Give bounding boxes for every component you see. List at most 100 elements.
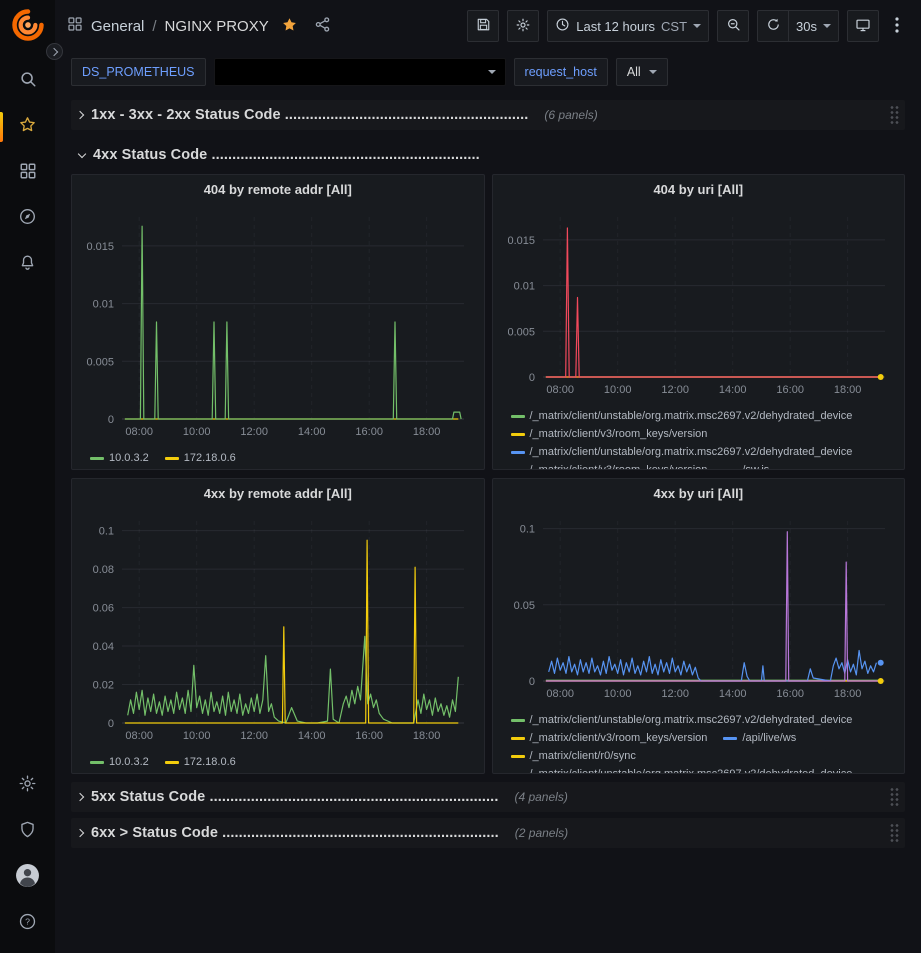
chart-legend: 10.0.3.2 172.18.0.6 xyxy=(78,750,478,771)
apps-icon xyxy=(67,16,83,37)
legend-label: /sw.js xyxy=(742,461,769,470)
monitor-icon xyxy=(855,17,871,36)
sidebar-item-alerting[interactable] xyxy=(0,242,55,288)
row-6xx-status-code[interactable]: 6xx > Status Code ......................… xyxy=(71,818,905,848)
legend-item[interactable]: /_matrix/client/v3/room_keys/version xyxy=(511,729,708,747)
row-1xx-3xx-2xx-status-code[interactable]: 1xx - 3xx - 2xx Status Code ............… xyxy=(71,100,905,130)
sidebar-item-profile[interactable] xyxy=(0,855,55,901)
kiosk-mode-button[interactable] xyxy=(847,10,879,42)
legend-item[interactable]: /sw.js xyxy=(723,461,769,470)
breadcrumb-section[interactable]: General xyxy=(91,18,144,35)
save-dashboard-button[interactable] xyxy=(467,10,499,42)
refresh-icon xyxy=(766,17,781,35)
legend-item[interactable]: 10.0.3.2 xyxy=(90,753,149,771)
sidebar-item-explore[interactable] xyxy=(0,196,55,242)
svg-text:08:00: 08:00 xyxy=(125,426,153,438)
svg-text:18:00: 18:00 xyxy=(413,730,441,742)
kebab-menu-button[interactable] xyxy=(887,10,907,42)
save-icon xyxy=(476,17,491,35)
dashboard-title[interactable]: NGINX PROXY xyxy=(165,18,269,35)
refresh-button[interactable] xyxy=(757,10,789,42)
help-icon: ? xyxy=(18,912,37,936)
row-drag-handle[interactable] xyxy=(890,788,900,807)
legend-item[interactable]: /_matrix/client/v3/room_keys/version xyxy=(511,425,708,443)
panel-4xx-by-remote-addr: 4xx by remote addr [All] 08:0010:0012:00… xyxy=(71,478,485,774)
legend-item[interactable]: 172.18.0.6 xyxy=(165,449,236,467)
row-drag-handle[interactable] xyxy=(890,106,900,125)
dashboard-canvas: 1xx - 3xx - 2xx Status Code ............… xyxy=(55,90,921,953)
refresh-interval-dropdown[interactable]: 30s xyxy=(789,10,839,42)
svg-text:0: 0 xyxy=(108,718,114,730)
legend-item[interactable]: /_matrix/client/unstable/org.matrix.msc2… xyxy=(511,407,853,425)
time-series-chart[interactable]: 08:0010:0012:0014:0016:0018:0000.0050.01… xyxy=(78,203,476,441)
request-host-select[interactable]: All xyxy=(616,58,668,86)
legend-swatch xyxy=(723,737,737,740)
sidebar: ? xyxy=(0,0,55,953)
chevron-right-icon xyxy=(76,829,84,837)
row-4xx-status-code[interactable]: 4xx Status Code ........................… xyxy=(71,142,905,168)
grafana-app: ? General / NGINX PROXY xyxy=(0,0,921,953)
zoom-out-icon xyxy=(726,17,741,35)
chart-legend: /_matrix/client/unstable/org.matrix.msc2… xyxy=(499,708,899,774)
grafana-logo-icon xyxy=(11,8,45,47)
legend-item[interactable]: /_matrix/client/r0/sync xyxy=(511,747,636,765)
legend-label: 10.0.3.2 xyxy=(109,753,149,771)
legend-item[interactable]: /_matrix/client/v3/room_keys/version xyxy=(511,461,708,470)
zoom-out-button[interactable] xyxy=(717,10,749,42)
favorite-star-button[interactable] xyxy=(277,12,302,40)
request-host-value: All xyxy=(627,65,641,79)
share-button[interactable] xyxy=(310,12,335,40)
panel-header[interactable]: 404 by uri [All] xyxy=(493,175,905,203)
panel-header[interactable]: 4xx by uri [All] xyxy=(493,479,905,507)
legend-label: 172.18.0.6 xyxy=(184,449,236,467)
sidebar-item-configuration[interactable] xyxy=(0,763,55,809)
dashboard-settings-button[interactable] xyxy=(507,10,539,42)
legend-item[interactable]: 10.0.3.2 xyxy=(90,449,149,467)
time-series-chart[interactable]: 08:0010:0012:0014:0016:0018:0000.020.040… xyxy=(78,507,476,745)
grafana-logo[interactable] xyxy=(9,8,47,46)
legend-item[interactable]: /_matrix/client/unstable/org.matrix.msc2… xyxy=(511,443,853,461)
row-title: 5xx Status Code ........................… xyxy=(91,789,498,805)
time-series-chart[interactable]: 08:0010:0012:0014:0016:0018:0000.0050.01… xyxy=(499,203,897,399)
svg-text:12:00: 12:00 xyxy=(240,730,268,742)
svg-text:08:00: 08:00 xyxy=(546,384,574,396)
legend-swatch xyxy=(511,469,525,471)
datasource-select[interactable] xyxy=(214,58,506,86)
svg-text:0.01: 0.01 xyxy=(513,281,534,293)
sidebar-item-server-admin[interactable] xyxy=(0,809,55,855)
legend-label: 10.0.3.2 xyxy=(109,449,149,467)
chevron-down-icon xyxy=(78,149,86,157)
sidebar-collapse-button[interactable] xyxy=(46,43,63,60)
legend-item[interactable]: /api/live/ws xyxy=(723,729,796,747)
timezone-label: CST xyxy=(661,19,687,34)
svg-text:?: ? xyxy=(25,917,30,927)
panel-header[interactable]: 4xx by remote addr [All] xyxy=(72,479,484,507)
datasource-variable-label: DS_PROMETHEUS xyxy=(71,58,206,86)
legend-item[interactable]: 172.18.0.6 xyxy=(165,753,236,771)
svg-text:14:00: 14:00 xyxy=(298,730,326,742)
legend-swatch xyxy=(90,457,104,460)
sidebar-item-dashboards[interactable] xyxy=(0,150,55,196)
legend-item[interactable]: /_matrix/client/unstable/org.matrix.msc2… xyxy=(511,765,853,774)
row-title: 4xx Status Code ........................… xyxy=(93,147,480,163)
sidebar-item-search[interactable] xyxy=(0,58,55,104)
legend-item[interactable]: /_matrix/client/unstable/org.matrix.msc2… xyxy=(511,711,853,729)
svg-text:14:00: 14:00 xyxy=(718,688,746,700)
sidebar-item-help[interactable]: ? xyxy=(0,901,55,947)
time-range-picker[interactable]: Last 12 hours CST xyxy=(547,10,709,42)
legend-swatch xyxy=(165,457,179,460)
legend-swatch xyxy=(511,719,525,722)
panel-header[interactable]: 404 by remote addr [All] xyxy=(72,175,484,203)
row-5xx-status-code[interactable]: 5xx Status Code ........................… xyxy=(71,782,905,812)
row-title: 1xx - 3xx - 2xx Status Code ............… xyxy=(91,107,528,123)
svg-text:0.015: 0.015 xyxy=(507,235,535,247)
time-series-chart[interactable]: 08:0010:0012:0014:0016:0018:0000.050.1 xyxy=(499,507,897,703)
favorite-star-icon xyxy=(281,16,298,36)
main-area: General / NGINX PROXY xyxy=(55,0,921,953)
row-drag-handle[interactable] xyxy=(890,824,900,843)
legend-label: /_matrix/client/unstable/org.matrix.msc2… xyxy=(530,765,853,774)
sidebar-item-starred[interactable] xyxy=(0,104,55,150)
star-icon xyxy=(18,115,37,139)
svg-text:0.01: 0.01 xyxy=(93,299,114,311)
legend-swatch xyxy=(511,737,525,740)
